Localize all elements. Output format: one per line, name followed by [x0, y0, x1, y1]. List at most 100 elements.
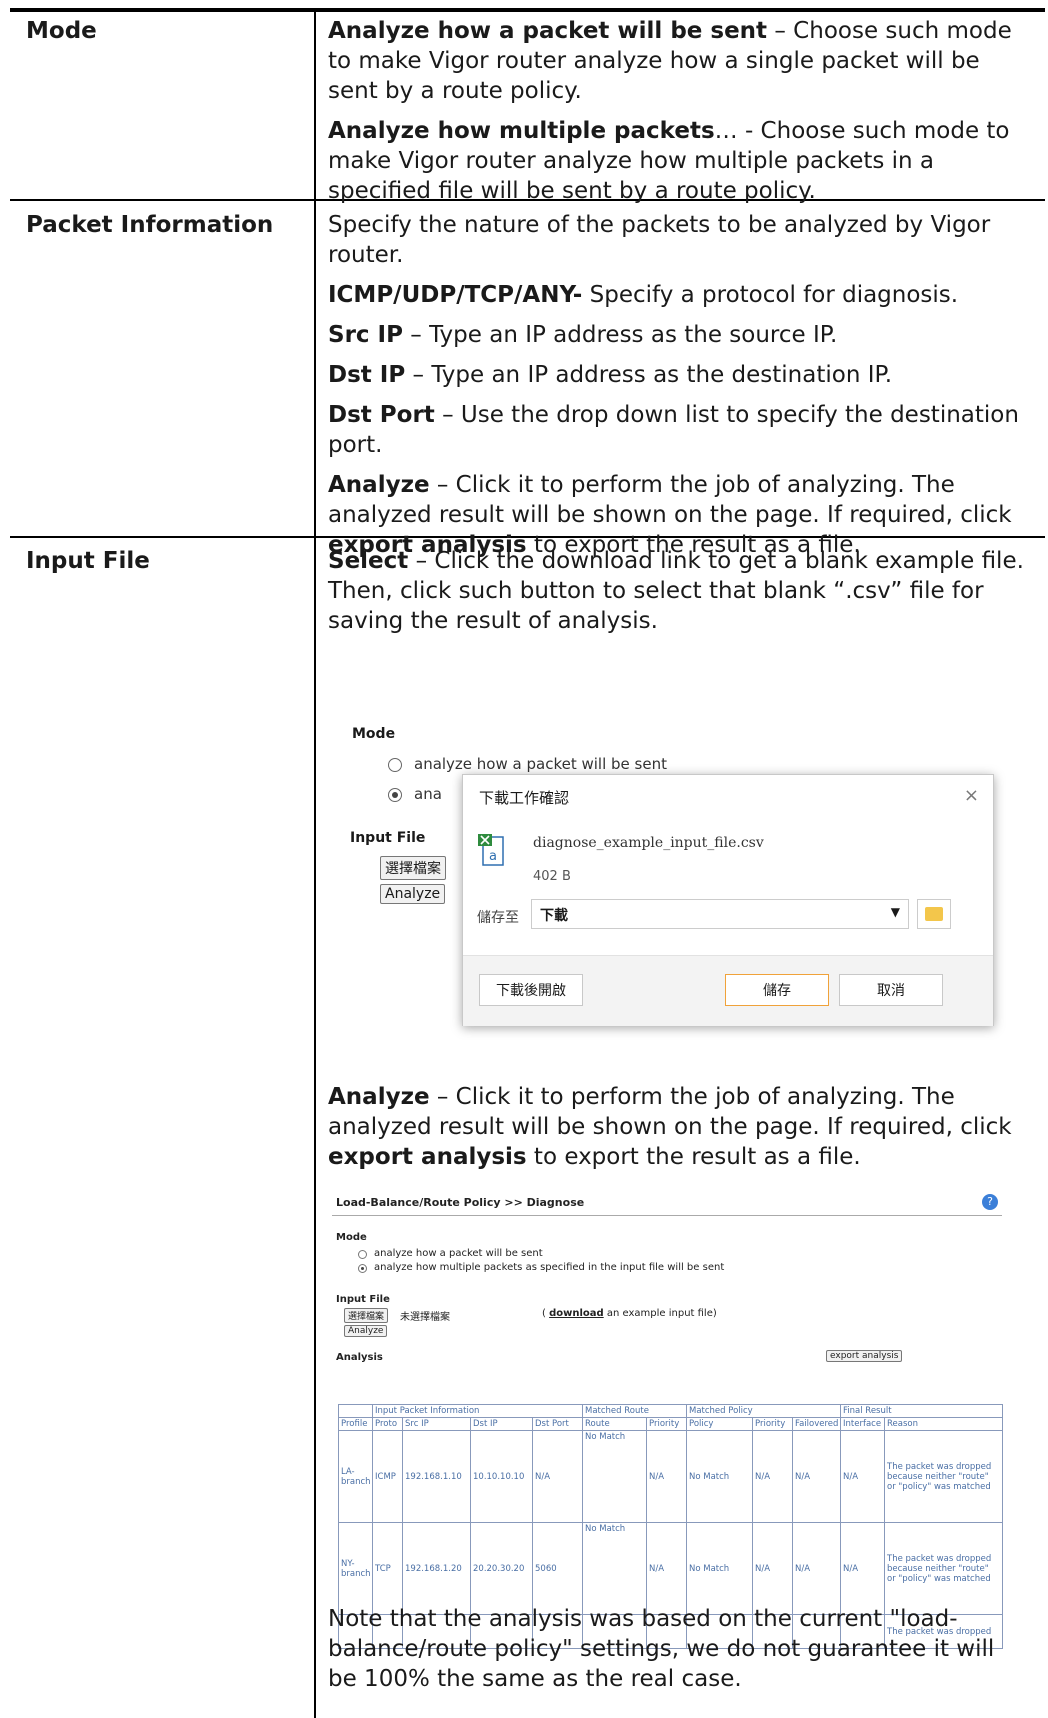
mode-label: Mode [336, 1232, 367, 1243]
desc-text: to export the result as a file. [526, 1144, 861, 1170]
save-to-value: 下載 [540, 908, 568, 924]
column-header: Profile [338, 1417, 373, 1431]
save-button[interactable]: 儲存 [725, 974, 829, 1006]
choose-file-button[interactable]: 選擇檔案 [380, 856, 446, 880]
desc-paragraph: Select – Click the download link to get … [328, 546, 1028, 636]
choose-file-button[interactable]: 選擇檔案 [344, 1308, 389, 1323]
table-cell: 5060 [532, 1522, 583, 1615]
radio-multiple-packets[interactable] [358, 1264, 367, 1273]
column-header: Dst Port [532, 1417, 583, 1431]
table-cell [338, 1404, 373, 1418]
desc-term: Analyze how a packet will be sent [328, 18, 768, 44]
download-suffix: an example input file) [603, 1308, 717, 1319]
table-cell: 192.168.1.20 [402, 1522, 471, 1615]
save-to-label: 儲存至 [477, 910, 519, 926]
column-header: Proto [372, 1417, 403, 1431]
table-cell: N/A [752, 1430, 793, 1523]
desc-paragraph: Analyze how multiple packets… - Choose s… [328, 116, 1028, 206]
table-top-rule [10, 8, 1045, 12]
column-header: Failovered [792, 1417, 841, 1431]
desc-text: – Click it to perform the job of analyzi… [328, 472, 1012, 528]
desc-text: Specify a protocol for diagnosis. [582, 282, 959, 308]
desc-paragraph: Dst Port – Use the drop down list to spe… [328, 400, 1028, 460]
radio-single-packet[interactable] [358, 1250, 367, 1259]
analyze-button[interactable]: Analyze [344, 1325, 388, 1337]
desc-text: – Type an IP address as the destination … [405, 362, 893, 388]
table-cell: N/A [532, 1430, 583, 1523]
download-dialog-figure: Mode analyze how a packet will be sent a… [336, 718, 996, 1028]
table-cell: No Match [686, 1522, 753, 1615]
folder-browse-button[interactable] [917, 899, 951, 929]
column-header: Reason [884, 1417, 1003, 1431]
table-cell: NY-branch [338, 1522, 373, 1615]
row-label-mode: Mode [26, 18, 97, 44]
desc-term: Analyze how multiple packets [328, 118, 715, 144]
cancel-button[interactable]: 取消 [839, 974, 943, 1006]
desc-term: Select [328, 548, 409, 574]
table-cell: N/A [792, 1430, 841, 1523]
no-file-chosen-text: 未選擇檔案 [400, 1312, 450, 1323]
file-name: diagnose_example_input_file.csv [533, 835, 764, 851]
diagnose-page-figure: Load-Balance/Route Policy >> Diagnose ? … [332, 1186, 1010, 1649]
group-header: Matched Route [582, 1404, 687, 1418]
chevron-down-icon: ▼ [890, 905, 900, 919]
table-cell: N/A [752, 1522, 793, 1615]
desc-term: Dst Port [328, 402, 435, 428]
table-row: LA-branch ICMP 192.168.1.10 10.10.10.10 … [338, 1430, 1003, 1523]
row-desc-analyze: Analyze – Click it to perform the job of… [328, 1082, 1028, 1182]
group-header: Final Result [840, 1404, 1003, 1418]
desc-term: Src IP [328, 322, 403, 348]
table-cell: The packet was dropped because neither "… [884, 1522, 1003, 1615]
desc-paragraph: ICMP/UDP/TCP/ANY- Specify a protocol for… [328, 280, 1028, 310]
column-header: Route [582, 1417, 647, 1431]
download-confirm-dialog: 下載工作確認 × a diagnose_example_input_file.c… [462, 774, 994, 1026]
column-header: Src IP [402, 1417, 471, 1431]
column-header: Policy [686, 1417, 753, 1431]
column-header: Priority [646, 1417, 687, 1431]
table-cell: N/A [792, 1522, 841, 1615]
desc-paragraph: Analyze – Click it to perform the job of… [328, 1082, 1028, 1172]
row-desc-packet-information: Specify the nature of the packets to be … [328, 210, 1028, 570]
dialog-footer: 下載後開啟 儲存 取消 [463, 955, 993, 1026]
page-title: Load-Balance/Route Policy >> Diagnose [332, 1190, 1002, 1216]
desc-term: ICMP/UDP/TCP/ANY- [328, 282, 583, 308]
download-link[interactable]: download [549, 1308, 604, 1319]
input-file-label: Input File [350, 830, 426, 846]
analysis-label: Analysis [336, 1352, 383, 1363]
dialog-title: 下載工作確認 [479, 789, 570, 807]
desc-text: – Click the download link to get a blank… [328, 548, 1024, 634]
table-cell: 20.20.30.20 [470, 1522, 533, 1615]
close-icon[interactable]: × [964, 785, 979, 806]
column-divider [314, 12, 316, 1718]
table-cell: No Match [686, 1430, 753, 1523]
option-multiple-packets: ana [414, 785, 442, 803]
desc-paragraph: Analyze how a packet will be sent – Choo… [328, 16, 1028, 106]
column-header: Interface [840, 1417, 885, 1431]
excel-file-icon: a [478, 834, 504, 866]
file-size: 402 B [533, 869, 571, 884]
input-file-label: Input File [336, 1294, 390, 1305]
table-cell: The packet was dropped because neither "… [884, 1430, 1003, 1523]
radio-multiple-packets[interactable] [388, 788, 402, 802]
table-cell: N/A [646, 1430, 687, 1523]
export-analysis-button[interactable]: export analysis [826, 1350, 903, 1362]
desc-text: – Click it to perform the job of analyzi… [328, 1084, 1012, 1140]
table-header-row: Profile Proto Src IP Dst IP Dst Port Rou… [338, 1417, 1003, 1431]
help-icon[interactable]: ? [982, 1194, 998, 1210]
option-single-packet: analyze how a packet will be sent [374, 1248, 543, 1259]
column-header: Priority [752, 1417, 793, 1431]
table-cell: No Match [582, 1430, 647, 1523]
desc-text: Specify the nature of the packets to be … [328, 212, 991, 268]
radio-single-packet[interactable] [388, 758, 402, 772]
table-cell: 192.168.1.10 [402, 1430, 471, 1523]
open-after-download-button[interactable]: 下載後開啟 [479, 974, 583, 1006]
table-cell: LA-branch [338, 1430, 373, 1523]
group-header: Matched Policy [686, 1404, 841, 1418]
row-desc-mode: Analyze how a packet will be sent – Choo… [328, 16, 1028, 216]
table-group-header-row: Input Packet Information Matched Route M… [338, 1404, 1003, 1418]
desc-term: Dst IP [328, 362, 406, 388]
mode-label: Mode [352, 726, 396, 742]
save-to-select[interactable]: 下載 ▼ [531, 899, 909, 929]
table-cell: TCP [372, 1522, 403, 1615]
analyze-button[interactable]: Analyze [380, 884, 446, 904]
